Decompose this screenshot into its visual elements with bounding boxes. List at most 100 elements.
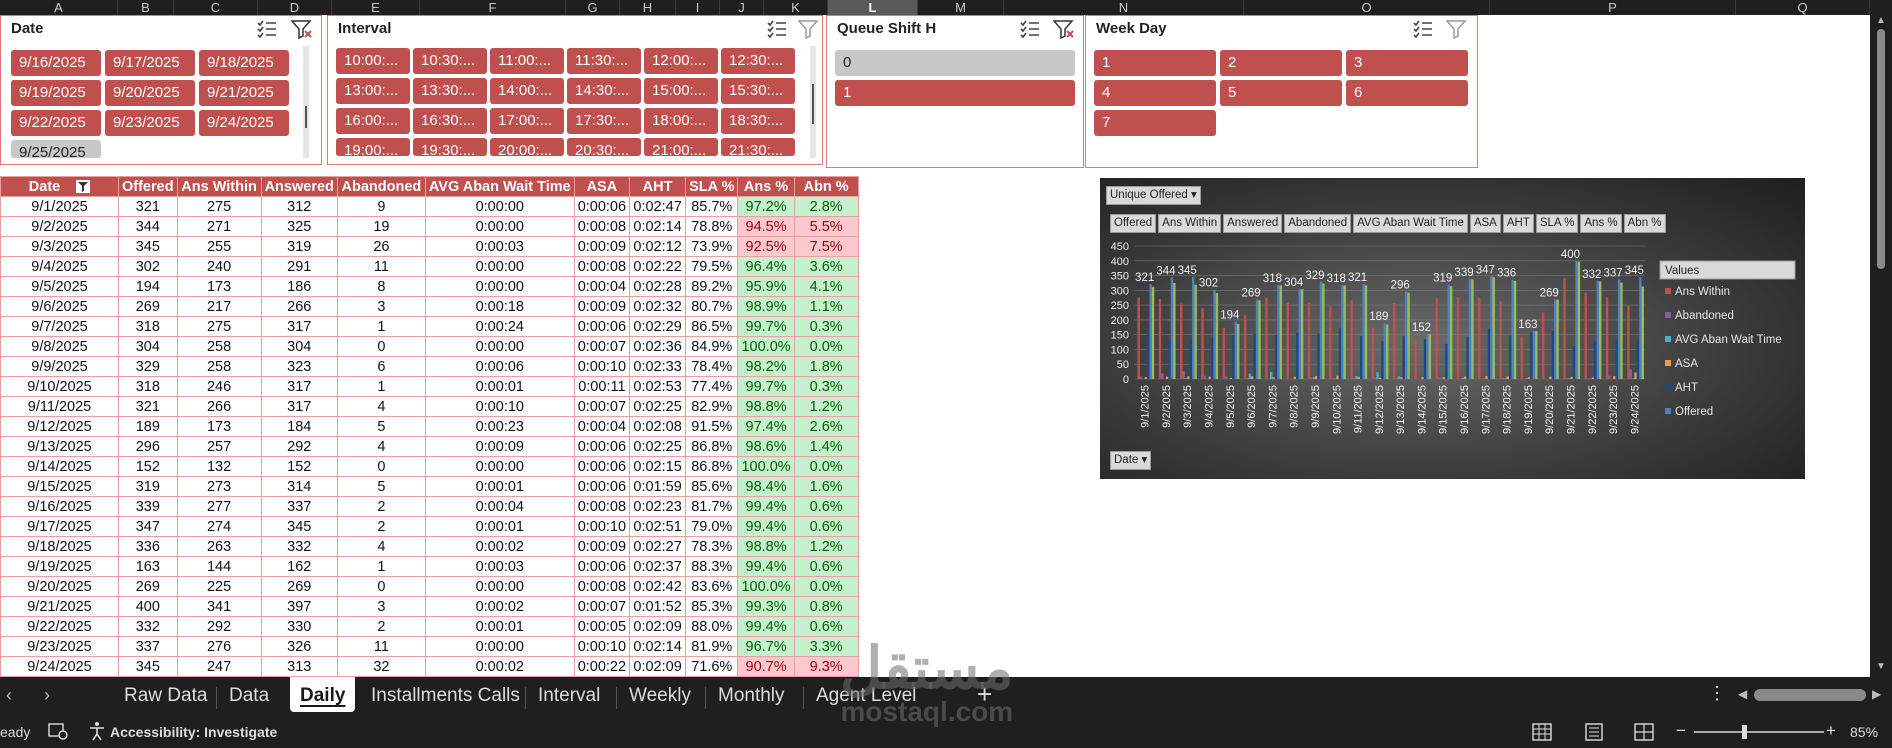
table-cell[interactable]: 9/21/2025 bbox=[0, 596, 119, 617]
slicer-item[interactable]: 5 bbox=[1220, 80, 1342, 106]
table-cell[interactable]: 292 bbox=[260, 436, 338, 457]
slicer-item[interactable]: 21:00:... bbox=[644, 138, 718, 156]
table-cell[interactable]: 323 bbox=[260, 356, 338, 377]
slicer-item[interactable]: 9/21/2025 bbox=[199, 80, 289, 106]
table-cell[interactable]: 1.2% bbox=[793, 396, 859, 417]
table-cell[interactable]: 0:02:51 bbox=[629, 516, 687, 537]
table-cell[interactable]: 0:00:09 bbox=[573, 536, 631, 557]
table-cell[interactable]: 0:02:09 bbox=[629, 616, 687, 637]
table-cell[interactable]: 0.0% bbox=[793, 336, 859, 357]
table-cell[interactable]: 332 bbox=[260, 536, 338, 557]
table-cell[interactable]: 0:00:00 bbox=[424, 336, 575, 357]
table-cell[interactable]: 97.4% bbox=[737, 416, 795, 437]
table-row[interactable]: 9/22/2025 332 292 330 2 0:00:01 0:00:05 0:02:09… bbox=[0, 616, 859, 637]
table-cell[interactable]: 86.8% bbox=[685, 456, 739, 477]
table-cell[interactable]: 2.6% bbox=[793, 416, 859, 437]
table-cell[interactable]: 0:00:08 bbox=[573, 496, 631, 517]
table-cell[interactable]: 345 bbox=[118, 236, 178, 257]
table-row[interactable]: 9/12/2025 189 173 184 5 0:00:23 0:00:04 0:02:08… bbox=[0, 416, 859, 437]
table-cell[interactable]: 0:00:09 bbox=[573, 236, 631, 257]
table-cell[interactable]: 247 bbox=[176, 656, 262, 677]
slicer-item[interactable]: 20:30:... bbox=[567, 138, 641, 156]
table-cell[interactable]: 0:02:27 bbox=[629, 536, 687, 557]
slicer-item[interactable]: 12:00:... bbox=[644, 48, 718, 74]
table-cell[interactable]: 319 bbox=[118, 476, 178, 497]
table-row[interactable]: 9/19/2025 163 144 162 1 0:00:03 0:00:06 0:02:37… bbox=[0, 556, 859, 577]
slicer-item[interactable]: 19:30:... bbox=[413, 138, 487, 156]
table-cell[interactable]: 88.0% bbox=[685, 616, 739, 637]
table-cell[interactable]: 8 bbox=[336, 276, 426, 297]
table-cell[interactable]: 0:00:23 bbox=[424, 416, 575, 437]
horizontal-scrollbar-thumb[interactable] bbox=[1754, 689, 1866, 701]
table-cell[interactable]: 0:00:05 bbox=[573, 616, 631, 637]
table-cell[interactable]: 0.6% bbox=[793, 616, 859, 637]
table-cell[interactable]: 9/6/2025 bbox=[0, 296, 119, 317]
table-cell[interactable]: 0:00:04 bbox=[424, 496, 575, 517]
table-row[interactable]: 9/24/2025 345 247 313 32 0:00:02 0:00:22 0:02:0… bbox=[0, 656, 859, 677]
column-header-ans[interactable]: Ans % bbox=[737, 176, 795, 197]
slicer-item[interactable]: 9/19/2025 bbox=[11, 80, 101, 106]
table-cell[interactable]: 0.6% bbox=[793, 516, 859, 537]
table-cell[interactable]: 81.9% bbox=[685, 636, 739, 657]
table-cell[interactable]: 329 bbox=[118, 356, 178, 377]
table-cell[interactable]: 276 bbox=[176, 636, 262, 657]
table-cell[interactable]: 314 bbox=[260, 476, 338, 497]
slicer-item[interactable]: 18:00:... bbox=[644, 108, 718, 134]
table-cell[interactable]: 0 bbox=[336, 576, 426, 597]
table-cell[interactable]: 152 bbox=[118, 456, 178, 477]
table-row[interactable]: 9/7/2025 318 275 317 1 0:00:24 0:00:06 0:02:29 8… bbox=[0, 316, 859, 337]
table-cell[interactable]: 321 bbox=[118, 396, 178, 417]
slicer-item[interactable]: 13:00:... bbox=[336, 78, 410, 104]
table-cell[interactable]: 330 bbox=[260, 616, 338, 637]
table-cell[interactable]: 88.3% bbox=[685, 556, 739, 577]
table-cell[interactable]: 0:00:06 bbox=[424, 356, 575, 377]
slicer-item[interactable]: 9/25/2025 bbox=[11, 140, 101, 158]
column-header-a[interactable]: A bbox=[0, 0, 118, 15]
table-cell[interactable]: 1 bbox=[336, 556, 426, 577]
table-row[interactable]: 9/11/2025 321 266 317 4 0:00:10 0:00:07 0:02:25… bbox=[0, 396, 859, 417]
table-row[interactable]: 9/3/2025 345 255 319 26 0:00:03 0:00:09 0:02:12… bbox=[0, 236, 859, 257]
column-header-abn[interactable]: Abn % bbox=[793, 176, 859, 197]
table-cell[interactable]: 274 bbox=[176, 516, 262, 537]
table-cell[interactable]: 0 bbox=[336, 336, 426, 357]
table-cell[interactable]: 9/1/2025 bbox=[0, 196, 119, 217]
table-cell[interactable]: 0:02:14 bbox=[629, 216, 687, 237]
table-cell[interactable]: 312 bbox=[260, 196, 338, 217]
table-cell[interactable]: 96.4% bbox=[737, 256, 795, 277]
table-cell[interactable]: 9/16/2025 bbox=[0, 496, 119, 517]
table-cell[interactable]: 0:02:12 bbox=[629, 236, 687, 257]
table-cell[interactable]: 0:00:04 bbox=[573, 416, 631, 437]
column-header-m[interactable]: M bbox=[918, 0, 1004, 15]
table-cell[interactable]: 173 bbox=[176, 416, 262, 437]
normal-view-icon[interactable] bbox=[1532, 723, 1552, 744]
row-filter-icon[interactable] bbox=[60, 179, 91, 195]
accessibility-icon[interactable] bbox=[88, 721, 108, 744]
table-cell[interactable]: 275 bbox=[176, 196, 262, 217]
date-slicer-scrollbar[interactable] bbox=[303, 46, 309, 158]
zoom-level[interactable]: 85% bbox=[1850, 724, 1878, 740]
table-cell[interactable]: 0:00:06 bbox=[573, 556, 631, 577]
table-row[interactable]: 9/10/2025 318 246 317 1 0:00:01 0:00:11 0:02:53… bbox=[0, 376, 859, 397]
table-cell[interactable]: 86.5% bbox=[685, 316, 739, 337]
table-cell[interactable]: 317 bbox=[260, 316, 338, 337]
table-cell[interactable]: 2.8% bbox=[793, 196, 859, 217]
table-cell[interactable]: 99.4% bbox=[737, 516, 795, 537]
table-row[interactable]: 9/23/2025 337 276 326 11 0:00:00 0:00:10 0:02:1… bbox=[0, 636, 859, 657]
table-cell[interactable]: 86.8% bbox=[685, 436, 739, 457]
table-cell[interactable]: 337 bbox=[118, 636, 178, 657]
table-cell[interactable]: 0:02:08 bbox=[629, 416, 687, 437]
slicer-item[interactable]: 15:00:... bbox=[644, 78, 718, 104]
table-cell[interactable]: 84.9% bbox=[685, 336, 739, 357]
table-cell[interactable]: 189 bbox=[118, 416, 178, 437]
column-header-b[interactable]: B bbox=[118, 0, 174, 15]
table-cell[interactable]: 397 bbox=[260, 596, 338, 617]
column-header-h[interactable]: H bbox=[620, 0, 676, 15]
table-cell[interactable]: 162 bbox=[260, 556, 338, 577]
table-cell[interactable]: 0:02:22 bbox=[629, 256, 687, 277]
sheet-tab-data[interactable]: Data bbox=[229, 685, 269, 707]
table-cell[interactable]: 296 bbox=[118, 436, 178, 457]
table-cell[interactable]: 2 bbox=[336, 616, 426, 637]
table-cell[interactable]: 0:02:25 bbox=[629, 396, 687, 417]
table-cell[interactable]: 341 bbox=[176, 596, 262, 617]
slicer-item[interactable]: 6 bbox=[1346, 80, 1468, 106]
